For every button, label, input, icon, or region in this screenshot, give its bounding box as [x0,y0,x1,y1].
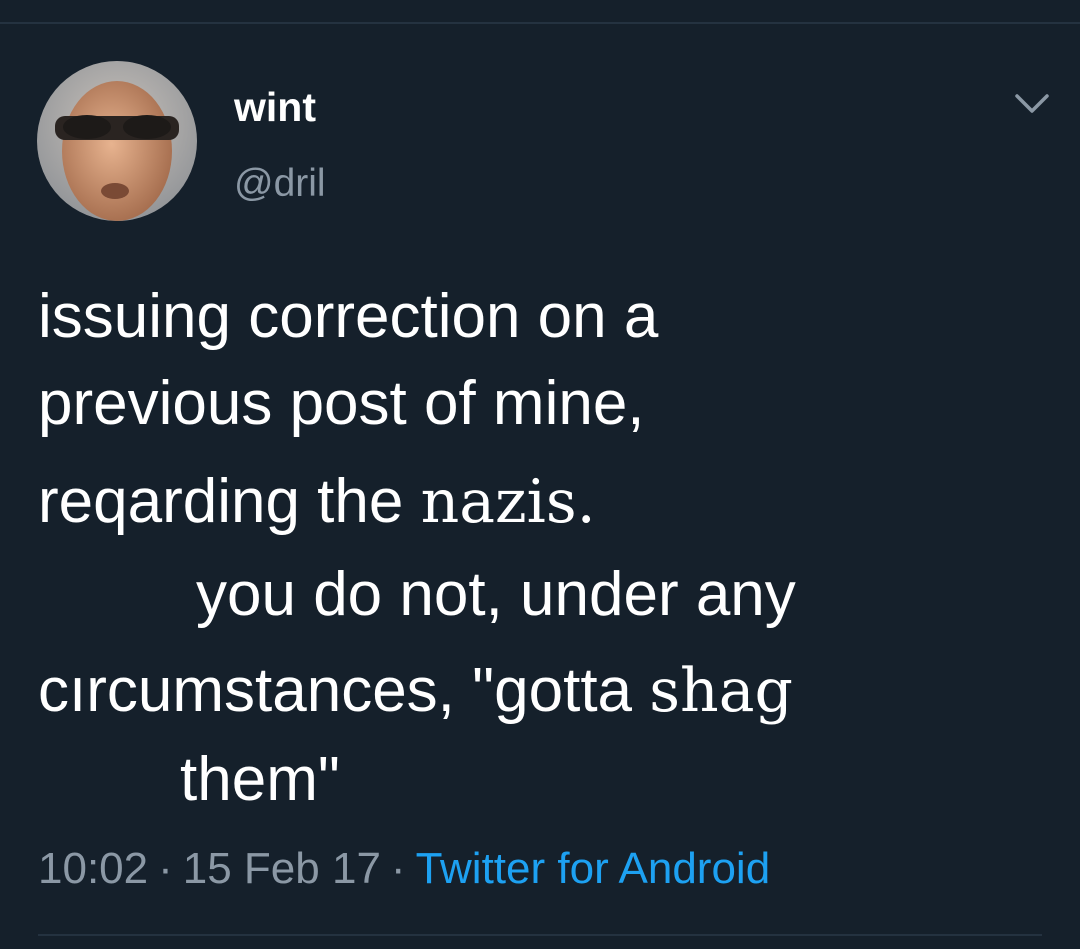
separator-dot: · [390,844,406,893]
avatar[interactable] [37,61,197,221]
bottom-divider [38,934,1042,936]
tweet-text-segment: reqarding the [38,467,421,536]
tweet-text-line-5: cırcumstances, "gotta shag [38,653,793,729]
tweet-source-link[interactable]: Twitter for Android [416,844,771,893]
tweet-meta: 10:02 · 15 Feb 17 · Twitter for Android [38,843,770,895]
tweet-text-segment: cırcumstances, "gotta [38,656,650,725]
tweet-text-line-4: you do not, under any [196,560,796,629]
user-handle[interactable]: @dril [234,161,326,207]
tweet-date[interactable]: 15 Feb 17 [183,844,381,893]
separator-dot: · [158,844,173,893]
tweet-text-line-2: previous post of mine, [38,369,645,438]
tweet-text-serif-segment: shag [649,656,793,726]
tweet-text-serif-segment: nazis. [420,467,596,537]
tweet-time[interactable]: 10:02 [38,844,148,893]
avatar-image [37,61,197,221]
chevron-down-icon[interactable] [1012,88,1052,118]
top-divider [0,22,1080,24]
tweet-text-line-3: reqarding the nazis. [38,464,596,540]
display-name[interactable]: wint [234,82,316,132]
tweet-text-line-6: them" [180,745,340,814]
tweet-text-line-1: issuing correction on a [38,282,659,351]
